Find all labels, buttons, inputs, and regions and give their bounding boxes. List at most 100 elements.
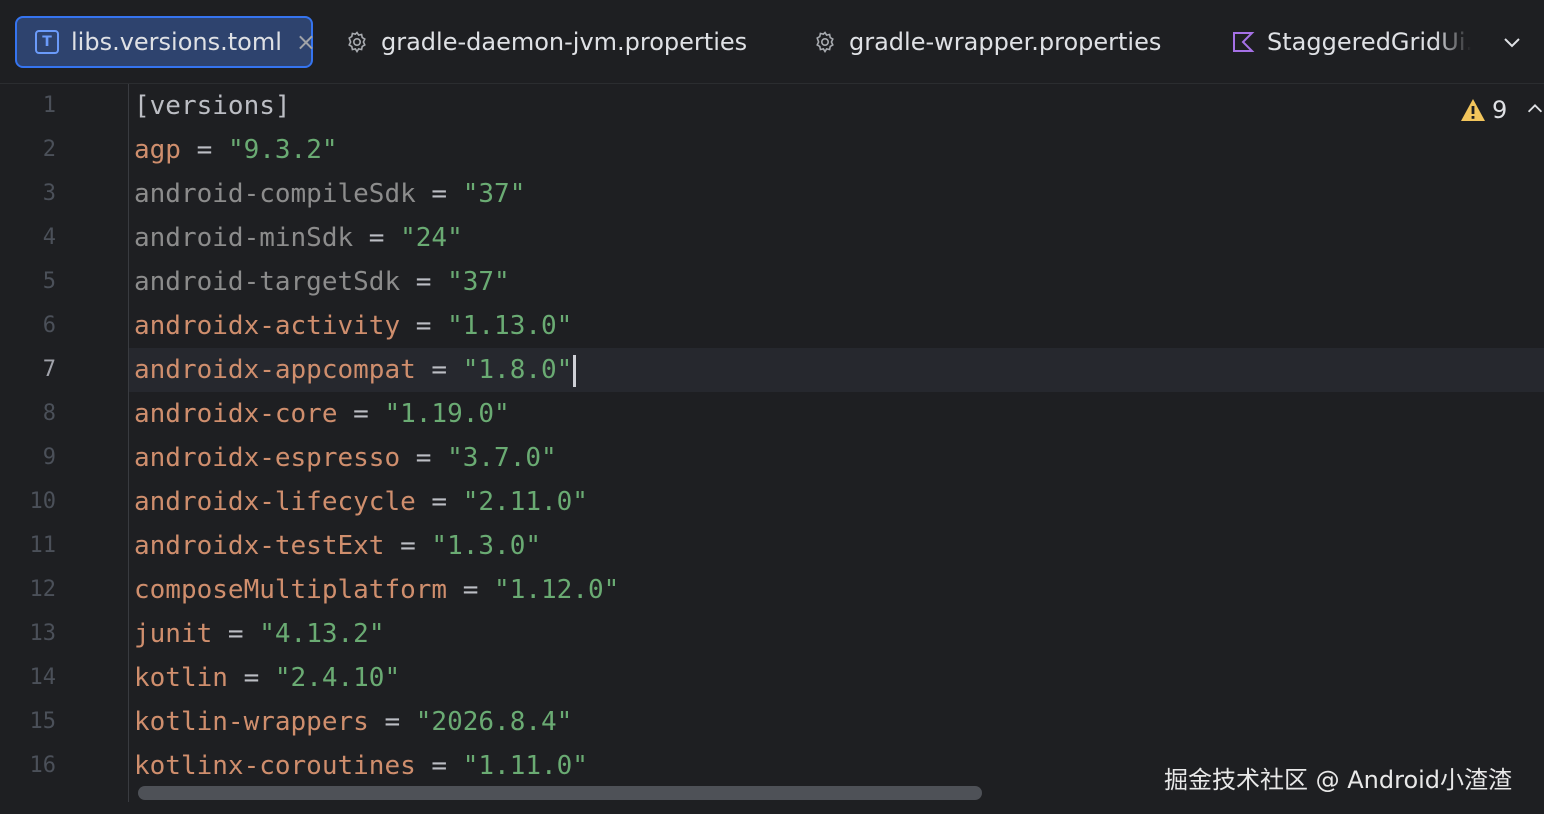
code-line[interactable]: [versions] [134,84,291,128]
toml-equals: = [337,399,385,429]
close-icon[interactable]: × [296,30,316,54]
code-line[interactable]: agp = "9.3.2" [134,128,338,172]
code-line[interactable]: androidx-appcompat = "1.8.0" [134,348,577,392]
toml-key: kotlin-wrappers [134,707,369,737]
toml-key: androidx-activity [134,311,401,341]
text-caret [573,354,577,387]
toml-key: android-minSdk [134,223,354,253]
chevron-down-icon [1504,38,1520,48]
toml-key: androidx-testExt [134,531,385,561]
toml-equals: = [400,311,448,341]
toml-key: android-compileSdk [134,179,416,209]
toml-equals: = [368,707,416,737]
toml-equals: = [447,575,495,605]
warning-count: 9 [1492,96,1508,124]
line-number: 14 [29,665,57,690]
tab-fade [1435,16,1471,68]
toml-string-value: "2026.8.4" [415,707,573,737]
toml-equals: = [415,355,463,385]
line-number: 2 [42,137,56,162]
code-line[interactable]: kotlin-wrappers = "2026.8.4" [134,700,572,744]
horizontal-scrollbar[interactable] [138,786,982,800]
inspection-widget[interactable]: 9 [1460,96,1507,124]
line-number: 8 [42,401,56,426]
toml-equals: = [400,443,448,473]
toml-key: agp [134,135,181,165]
line-number: 10 [29,489,57,514]
toml-equals: = [227,663,275,693]
toml-string-value: "1.11.0" [462,751,588,781]
line-number: 9 [42,445,56,470]
code-line[interactable]: androidx-lifecycle = "2.11.0" [134,480,588,524]
toml-string-value: "1.19.0" [384,399,510,429]
tab-list-dropdown[interactable] [1498,28,1526,56]
code-line[interactable]: android-minSdk = "24" [134,216,463,260]
gutter-divider [128,84,129,802]
code-line[interactable]: android-targetSdk = "37" [134,260,510,304]
toml-string-value: "2.11.0" [462,487,588,517]
toml-equals: = [212,619,260,649]
line-number: 4 [42,225,56,250]
toml-equals: = [400,267,448,297]
code-line[interactable]: composeMultiplatform = "1.12.0" [134,568,619,612]
toml-string-value: "24" [400,223,463,253]
toml-key: kotlinx-coroutines [134,751,416,781]
editor-tab-bar: T libs.versions.toml × gradle-daemon-jvm… [0,0,1544,84]
toml-string-value: "1.8.0" [462,355,573,385]
chevron-up-icon[interactable] [1524,98,1544,120]
code-line[interactable]: junit = "4.13.2" [134,612,384,656]
tab-label: gradle-wrapper.properties [849,28,1162,56]
gear-icon [345,30,369,54]
toml-equals: = [415,179,463,209]
toml-string-value: "2.4.10" [274,663,401,693]
toml-equals: = [415,751,463,781]
line-number: 7 [42,357,56,382]
code-line[interactable]: kotlinx-coroutines = "1.11.0" [134,744,588,788]
toml-equals: = [415,487,463,517]
line-number: 16 [29,753,57,778]
toml-section-header: [versions] [134,91,291,121]
toml-string-value: "4.13.2" [259,619,385,649]
code-editor[interactable]: 1 [versions] 2 agp = "9.3.2" 3 android-compil… [0,84,1544,814]
toml-string-value: "1.3.0" [431,531,541,561]
toml-key: androidx-lifecycle [134,487,416,517]
toml-key: composeMultiplatform [134,575,448,605]
line-number: 15 [29,709,57,734]
line-number: 5 [42,269,56,294]
watermark: 掘金技术社区 @ Android小渣渣 [1164,766,1513,794]
line-number: 13 [29,621,57,646]
toml-string-value: "37" [447,267,510,297]
kotlin-file-icon [1231,30,1255,54]
tab-gradle-daemon-jvm-properties[interactable]: gradle-daemon-jvm.properties [345,16,747,68]
toml-key: androidx-espresso [134,443,401,473]
toml-string-value: "1.12.0" [494,575,620,605]
toml-string-value: "1.13.0" [447,311,573,341]
toml-key: kotlin [134,663,228,693]
tab-gradle-wrapper-properties[interactable]: gradle-wrapper.properties [813,16,1161,68]
line-number: 1 [42,93,56,118]
line-number: 11 [29,533,57,558]
toml-key: androidx-appcompat [134,355,416,385]
code-line[interactable]: androidx-activity = "1.13.0" [134,304,572,348]
toml-key: junit [134,619,213,649]
warning-icon [1461,99,1485,121]
code-line[interactable]: androidx-testExt = "1.3.0" [134,524,541,568]
tab-libs-versions-toml[interactable]: T libs.versions.toml × [15,16,316,68]
tab-label: libs.versions.toml [71,28,282,56]
code-line[interactable]: android-compileSdk = "37" [134,172,525,216]
toml-equals: = [353,223,401,253]
code-line[interactable]: androidx-espresso = "3.7.0" [134,436,557,480]
toml-key: androidx-core [134,399,338,429]
toml-string-value: "9.3.2" [227,135,338,165]
toml-file-icon: T [35,30,59,54]
line-number: 12 [29,577,57,602]
code-line[interactable]: kotlin = "2.4.10" [134,656,400,700]
line-number: 3 [42,181,56,206]
toml-equals: = [180,135,228,165]
gear-icon [813,30,837,54]
toml-string-value: "3.7.0" [447,443,557,473]
tab-label: gradle-daemon-jvm.properties [381,28,748,56]
code-line[interactable]: androidx-core = "1.19.0" [134,392,510,436]
line-number: 6 [42,313,56,338]
tab-staggeredgridui[interactable]: StaggeredGridUi. [1231,16,1471,68]
